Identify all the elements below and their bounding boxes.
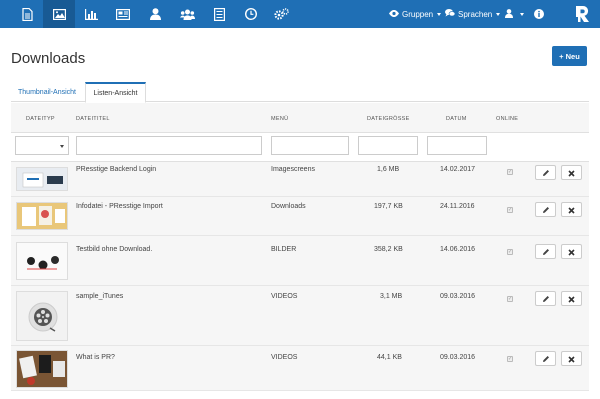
chevron-down-icon	[496, 12, 501, 16]
file-thumbnail	[16, 167, 68, 191]
delete-button[interactable]	[561, 165, 582, 180]
settings-icon[interactable]	[265, 0, 297, 28]
file-size: 44,1 KB	[377, 354, 402, 361]
image-icon[interactable]	[43, 0, 75, 28]
file-thumbnail	[16, 291, 68, 341]
table-row[interactable]: PResstige Backend Login Imagescreens 1,6…	[11, 162, 589, 197]
file-date: 09.03.2016	[440, 354, 476, 361]
clock-icon[interactable]	[235, 0, 267, 28]
page-title: Downloads	[11, 50, 86, 67]
file-date: 14.02.2017	[440, 166, 476, 173]
close-icon	[568, 290, 575, 308]
file-title[interactable]: Testbild ohne Download.	[76, 246, 152, 253]
file-menu: VIDEOS	[271, 293, 298, 300]
file-date: 24.11.2016	[440, 203, 475, 210]
close-icon	[568, 164, 575, 182]
user-settings-icon	[505, 8, 516, 20]
file-size: 197,7 KB	[374, 203, 403, 210]
pencil-icon	[542, 164, 550, 182]
edit-button[interactable]	[535, 244, 556, 259]
delete-button[interactable]	[561, 202, 582, 217]
file-size: 3,1 MB	[380, 293, 403, 300]
table-row[interactable]: sample_iTunes VIDEOS 3,1 MB 09.03.2016 ✓	[11, 286, 589, 346]
news-icon[interactable]	[107, 0, 139, 28]
pencil-icon	[542, 350, 550, 368]
user-icon[interactable]	[139, 0, 171, 28]
column-header-date[interactable]: DATUM	[446, 116, 467, 122]
new-button[interactable]: + Neu	[552, 46, 587, 66]
chat-icon	[445, 9, 456, 19]
file-menu: VIDEOS	[271, 354, 298, 361]
file-size: 1,6 MB	[377, 166, 400, 173]
delete-button[interactable]	[561, 291, 582, 306]
close-icon	[568, 350, 575, 368]
online-checkbox[interactable]: ✓	[507, 169, 513, 175]
groups-menu[interactable]: Gruppen	[389, 0, 442, 28]
filetype-filter-select[interactable]	[15, 136, 69, 155]
table-header: DATEITYP DATEITITEL MENÜ DATEIGRÖSSE DAT…	[11, 103, 589, 133]
online-checkbox[interactable]: ✓	[507, 356, 513, 362]
list-icon[interactable]	[203, 0, 235, 28]
file-date: 14.06.2016	[440, 246, 476, 253]
table-row[interactable]: Testbild ohne Download. BILDER 358,2 KB …	[11, 236, 589, 286]
delete-button[interactable]	[561, 351, 582, 366]
file-size: 358,2 KB	[374, 246, 403, 253]
menu-filter-input[interactable]	[271, 136, 349, 155]
file-title[interactable]: What is PR?	[76, 354, 115, 361]
file-date: 09.03.2016	[440, 293, 476, 300]
bar-chart-icon[interactable]	[75, 0, 107, 28]
file-title[interactable]: sample_iTunes	[76, 293, 123, 300]
edit-button[interactable]	[535, 202, 556, 217]
table-row[interactable]: What is PR? VIDEOS 44,1 KB 09.03.2016 ✓	[11, 346, 589, 391]
column-header-title[interactable]: DATEITITEL	[76, 116, 110, 122]
pencil-icon	[542, 290, 550, 308]
file-title[interactable]: PResstige Backend Login	[76, 166, 156, 173]
languages-menu[interactable]: Sprachen	[445, 0, 501, 28]
online-checkbox[interactable]: ✓	[507, 249, 513, 255]
size-filter-input[interactable]	[358, 136, 418, 155]
close-icon	[568, 243, 575, 261]
tab-list-view[interactable]: Listen-Ansicht	[85, 82, 146, 103]
pencil-icon	[542, 201, 550, 219]
presstige-logo[interactable]	[572, 4, 592, 24]
column-header-size[interactable]: DATEIGRÖSSE	[367, 116, 410, 122]
tab-thumbnail-view[interactable]: Thumbnail-Ansicht	[11, 82, 83, 102]
online-checkbox[interactable]: ✓	[507, 296, 513, 302]
date-filter-input[interactable]	[427, 136, 487, 155]
table-row[interactable]: Infodatei - PResstige Import Downloads 1…	[11, 197, 589, 236]
edit-button[interactable]	[535, 351, 556, 366]
eye-icon	[389, 9, 399, 19]
pencil-icon	[542, 243, 550, 261]
filter-row	[11, 133, 589, 162]
file-menu: Downloads	[271, 203, 306, 210]
chevron-down-icon	[437, 12, 442, 16]
delete-button[interactable]	[561, 244, 582, 259]
file-thumbnail	[16, 202, 68, 230]
file-menu: Imagescreens	[271, 166, 315, 173]
file-thumbnail	[16, 350, 68, 388]
view-tabs: Thumbnail-Ansicht Listen-Ansicht	[11, 82, 589, 103]
file-menu: BILDER	[271, 246, 297, 253]
info-icon[interactable]	[523, 0, 555, 28]
edit-button[interactable]	[535, 165, 556, 180]
file-title[interactable]: Infodatei - PResstige Import	[76, 203, 163, 210]
group-icon[interactable]	[171, 0, 203, 28]
close-icon	[568, 201, 575, 219]
document-icon[interactable]	[11, 0, 43, 28]
online-checkbox[interactable]: ✓	[507, 207, 513, 213]
top-navbar: Gruppen Sprachen	[0, 0, 600, 28]
groups-label: Gruppen	[402, 9, 434, 19]
user-admin-menu[interactable]	[505, 0, 524, 28]
languages-label: Sprachen	[458, 9, 493, 19]
column-header-filetype[interactable]: DATEITYP	[26, 116, 55, 122]
edit-button[interactable]	[535, 291, 556, 306]
file-thumbnail	[16, 242, 68, 280]
column-header-menu[interactable]: MENÜ	[271, 116, 288, 122]
title-filter-input[interactable]	[76, 136, 262, 155]
column-header-online[interactable]: ONLINE	[496, 116, 518, 122]
